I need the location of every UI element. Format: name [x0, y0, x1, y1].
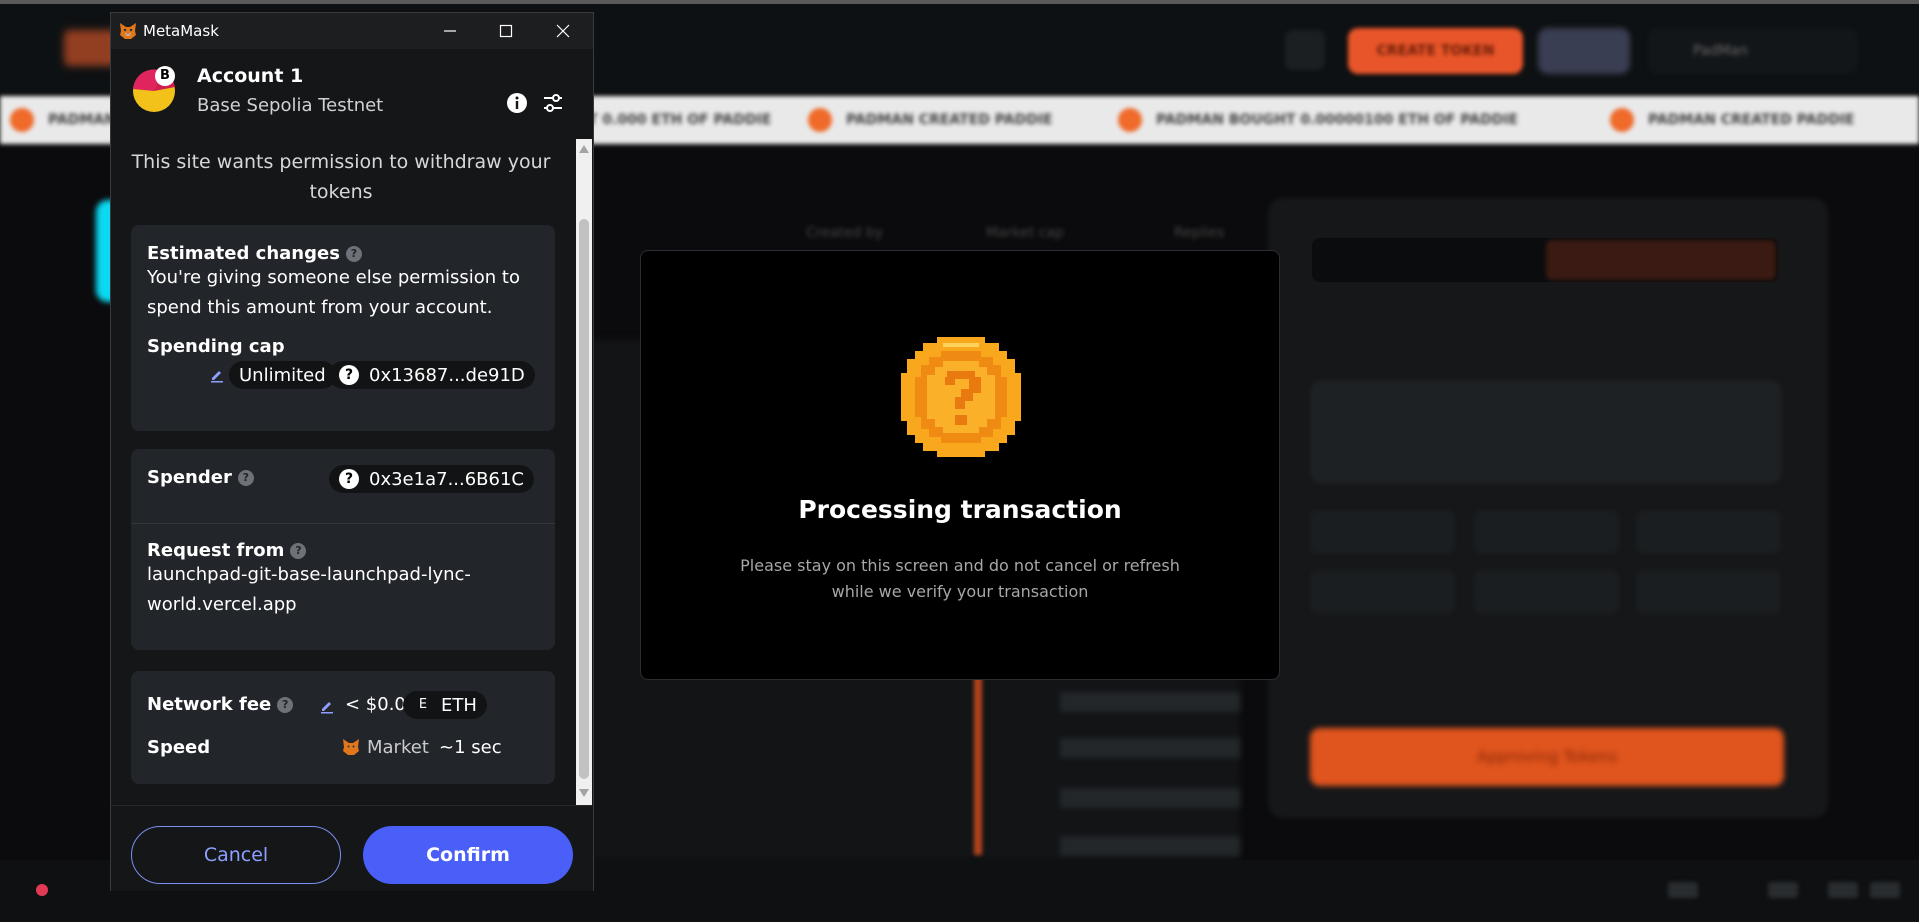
network-badge: B — [155, 66, 175, 86]
edit-icon[interactable] — [209, 367, 225, 383]
processing-modal: Processing transaction Please stay on th… — [640, 250, 1280, 680]
maximize-button[interactable] — [478, 13, 534, 49]
table-row — [1060, 788, 1240, 808]
estimated-changes-card: Estimated changes? You're giving someone… — [131, 225, 555, 431]
unknown-token-icon: ? — [339, 365, 359, 385]
cancel-button[interactable]: Cancel — [131, 826, 341, 884]
search-icon[interactable] — [1285, 30, 1325, 70]
fox-speed-icon — [343, 739, 359, 755]
unknown-address-icon: ? — [339, 469, 359, 489]
spending-cap-value[interactable]: Unlimited — [229, 361, 336, 389]
network-name: Base Sepolia Testnet — [197, 95, 384, 116]
confirmation-content[interactable]: This site wants permission to withdraw y… — [111, 139, 593, 805]
ticker-item: PADMAN BOUGHT 0.00000100 ETH OF PADDIE — [1118, 108, 1518, 132]
fee-currency-pill: E ETH — [403, 691, 487, 719]
confirm-button[interactable]: Confirm — [363, 826, 573, 884]
minimize-button[interactable] — [422, 13, 478, 49]
table-row — [1060, 692, 1240, 712]
estimated-changes-description: You're giving someone else permission to… — [147, 267, 520, 318]
tab-sell[interactable] — [1546, 240, 1776, 280]
window-title: MetaMask — [143, 22, 219, 40]
processing-subtitle: Please stay on this screen and do not ca… — [740, 556, 1180, 601]
approve-button[interactable]: Approving Tokens — [1310, 728, 1784, 786]
request-origin-url: launchpad-git-base-launchpad-lync-world.… — [147, 564, 471, 615]
close-button[interactable] — [535, 13, 591, 49]
permission-message: This site wants permission to withdraw y… — [131, 151, 551, 203]
spender-label: Spender? — [147, 467, 254, 488]
maximize-icon — [499, 24, 513, 38]
footer-link[interactable] — [1768, 882, 1798, 898]
eth-icon: E — [413, 695, 433, 715]
amount-chip[interactable] — [1474, 570, 1619, 614]
minimize-icon — [444, 30, 456, 32]
metamask-fox-icon — [120, 23, 136, 39]
speed-mode: Market — [367, 737, 429, 758]
create-token-button[interactable]: CREATE TOKEN — [1348, 28, 1523, 74]
question-coin-icon — [899, 335, 1023, 459]
column-header: Created by — [806, 225, 884, 241]
amount-chip[interactable] — [1474, 510, 1619, 554]
amount-chip[interactable] — [1636, 510, 1781, 554]
settings-sliders-icon[interactable] — [539, 89, 567, 117]
amount-input[interactable] — [1310, 380, 1782, 484]
ticker-item: PADMAN CREATED PADDIE — [808, 108, 1053, 132]
request-from-label: Request from? — [147, 540, 307, 561]
window-titlebar[interactable]: MetaMask — [111, 13, 593, 49]
spender-card: Spender? ? 0x3e1a7...6B61C Request from?… — [131, 449, 555, 650]
column-header: Replies — [1174, 225, 1225, 241]
ticker-item: PADMAN CREATED PADDIE — [1610, 108, 1855, 132]
table-row — [1060, 738, 1240, 758]
scrollbar[interactable] — [576, 139, 592, 805]
spending-cap-label: Spending cap — [147, 336, 285, 357]
chart-bar — [974, 660, 982, 855]
table-row — [1060, 836, 1240, 856]
network-fee-label: Network fee? — [147, 694, 294, 715]
divider — [131, 523, 555, 524]
processing-title: Processing transaction — [798, 495, 1122, 524]
amount-chip[interactable] — [1310, 510, 1455, 554]
footer-link[interactable] — [1668, 882, 1698, 898]
help-icon[interactable]: ? — [345, 246, 362, 262]
wallet-button[interactable]: PadMan — [1648, 28, 1858, 74]
help-icon[interactable]: ? — [290, 543, 307, 559]
fee-currency: ETH — [441, 694, 477, 716]
scrollbar-thumb[interactable] — [579, 219, 589, 779]
help-icon[interactable]: ? — [277, 697, 294, 713]
trade-panel — [1268, 198, 1828, 818]
action-footer: Cancel Confirm — [111, 805, 593, 891]
amount-chip[interactable] — [1310, 570, 1455, 614]
help-icon[interactable]: ? — [237, 470, 254, 486]
speed-time: ~1 sec — [439, 737, 502, 758]
close-icon — [556, 24, 570, 38]
spender-address-pill[interactable]: ? 0x3e1a7...6B61C — [329, 465, 535, 493]
scroll-down-arrow[interactable] — [579, 789, 589, 797]
speed-label: Speed — [147, 737, 211, 758]
edit-gas-icon[interactable] — [319, 698, 335, 714]
token-address: 0x13687...de91D — [369, 364, 525, 386]
profile-button[interactable] — [1538, 28, 1630, 74]
info-icon[interactable] — [505, 91, 529, 115]
footer-link[interactable] — [1828, 882, 1858, 898]
token-address-pill[interactable]: ? 0x13687...de91D — [329, 361, 535, 389]
column-header: Market cap — [986, 225, 1064, 241]
network-fee-card: Network fee? < $0.01 E ETH Speed Market … — [131, 671, 555, 784]
account-name[interactable]: Account 1 — [197, 65, 303, 87]
estimated-changes-label: Estimated changes? — [147, 243, 362, 264]
scroll-up-arrow[interactable] — [579, 145, 589, 153]
account-header: B Account 1 Base Sepolia Testnet — [111, 49, 593, 139]
footer-link[interactable] — [1870, 882, 1900, 898]
metamask-window: MetaMask B Account 1 Base Sepolia Testne… — [110, 12, 594, 891]
spender-address: 0x3e1a7...6B61C — [369, 468, 525, 490]
status-dot — [36, 884, 48, 896]
amount-chip[interactable] — [1636, 570, 1781, 614]
